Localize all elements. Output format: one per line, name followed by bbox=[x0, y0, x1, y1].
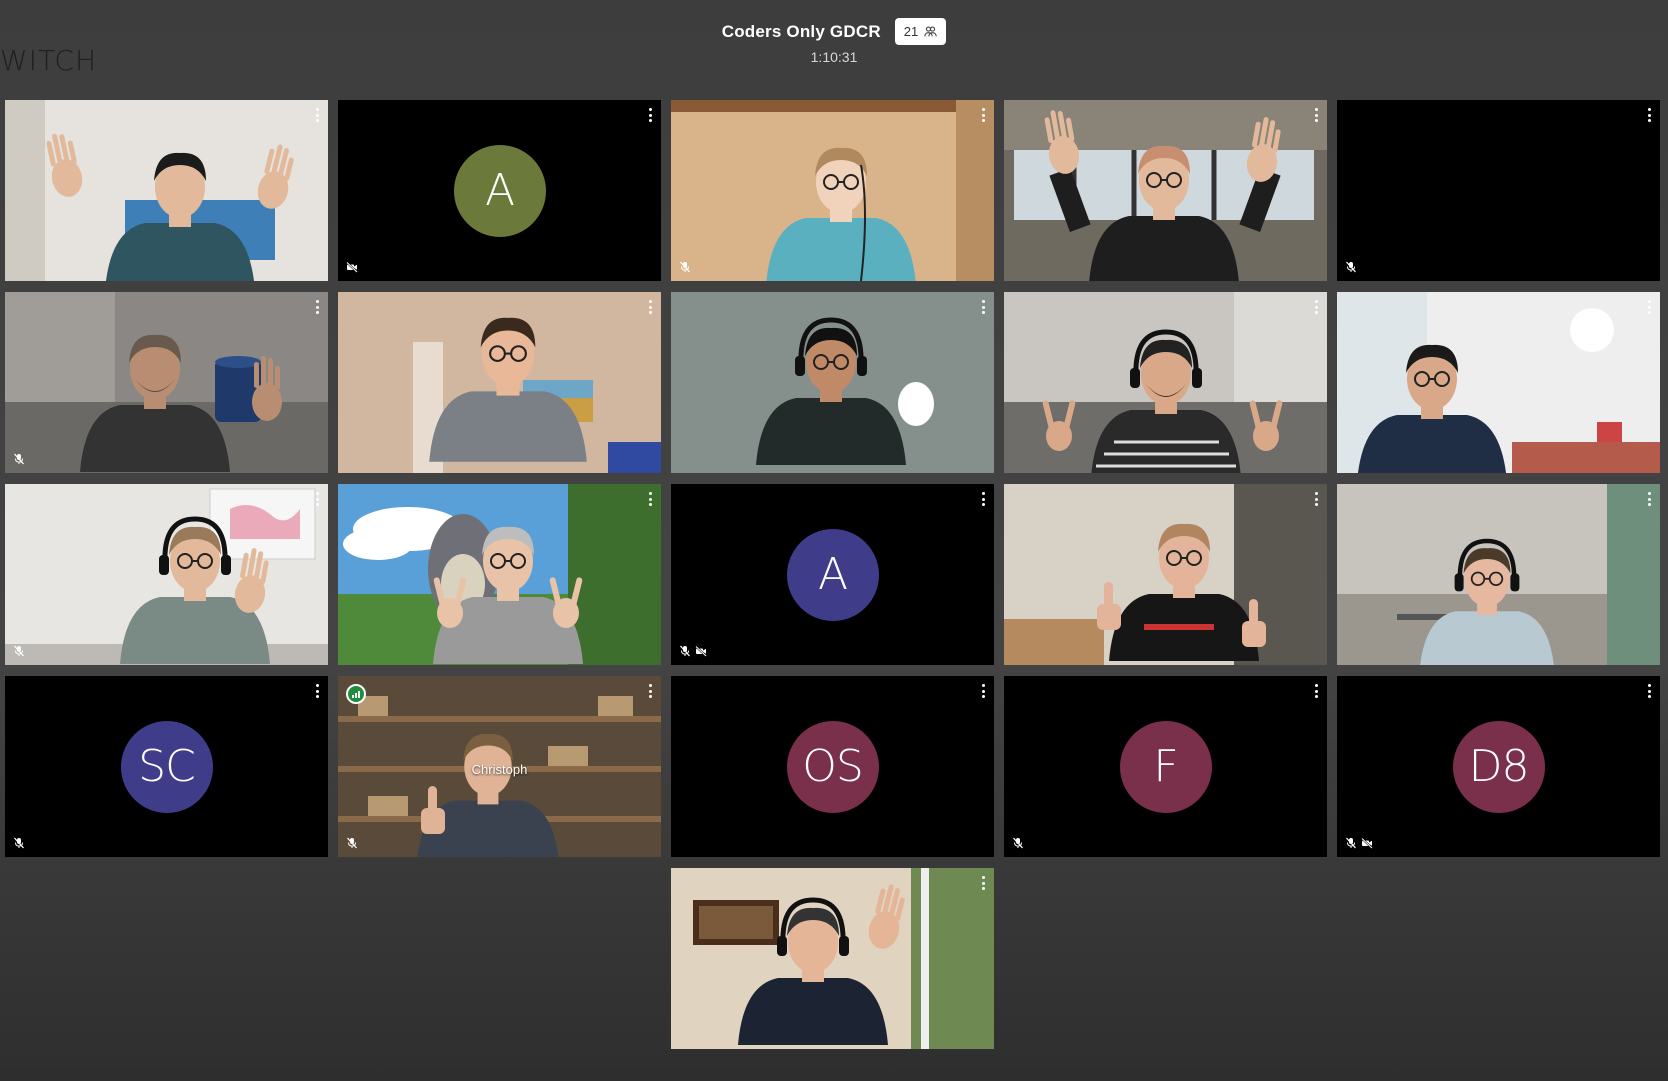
tile-status-icons bbox=[1012, 837, 1024, 849]
participants-icon bbox=[924, 26, 938, 37]
participant-avatar: A bbox=[786, 528, 879, 621]
mic-off-icon bbox=[1346, 261, 1356, 273]
participant-video bbox=[5, 484, 328, 665]
camera-off-icon bbox=[346, 261, 358, 273]
tile-status-icons bbox=[1345, 837, 1373, 849]
participant-avatar: A bbox=[453, 144, 546, 237]
tile-menu-icon[interactable] bbox=[647, 300, 653, 314]
participant-tile[interactable] bbox=[671, 868, 994, 1049]
tile-menu-icon[interactable] bbox=[980, 300, 986, 314]
mic-off-icon bbox=[347, 837, 357, 849]
participant-tile[interactable] bbox=[1004, 484, 1327, 665]
tile-menu-icon[interactable] bbox=[647, 684, 653, 698]
mic-off-icon bbox=[1013, 837, 1023, 849]
speaking-indicator-icon bbox=[346, 684, 366, 704]
meeting-duration: 1:10:31 bbox=[810, 49, 858, 65]
tile-menu-icon[interactable] bbox=[1646, 300, 1652, 314]
participant-avatar: SC bbox=[120, 720, 213, 813]
participant-video bbox=[1337, 292, 1660, 473]
tile-menu-icon[interactable] bbox=[980, 684, 986, 698]
participant-tile[interactable] bbox=[1004, 100, 1327, 281]
participant-video bbox=[1004, 484, 1327, 665]
participant-tile[interactable]: OS bbox=[671, 676, 994, 857]
participant-video bbox=[671, 100, 994, 281]
tile-status-icons bbox=[13, 453, 25, 465]
mic-off-icon bbox=[680, 645, 690, 657]
tile-menu-icon[interactable] bbox=[314, 684, 320, 698]
participant-tile[interactable] bbox=[5, 100, 328, 281]
mic-off-icon bbox=[1346, 837, 1356, 849]
meeting-screen: WITCH Coders Only GDCR 21 1:10:31 A A SC Ch… bbox=[0, 0, 1668, 1081]
tile-menu-icon[interactable] bbox=[980, 108, 986, 122]
participant-avatar: D8 bbox=[1452, 720, 1545, 813]
tile-status-icons bbox=[1345, 261, 1357, 273]
participant-video bbox=[5, 100, 328, 281]
tile-menu-icon[interactable] bbox=[1313, 108, 1319, 122]
participant-count-button[interactable]: 21 bbox=[894, 18, 947, 45]
mic-off-icon bbox=[14, 837, 24, 849]
tile-menu-icon[interactable] bbox=[1313, 300, 1319, 314]
participant-tile[interactable]: A bbox=[338, 100, 661, 281]
participant-video bbox=[1004, 100, 1327, 281]
tile-menu-icon[interactable] bbox=[314, 492, 320, 506]
participant-tile[interactable] bbox=[5, 292, 328, 473]
tile-status-icons bbox=[13, 645, 25, 657]
tile-menu-icon[interactable] bbox=[647, 492, 653, 506]
tile-menu-icon[interactable] bbox=[314, 300, 320, 314]
participant-tile[interactable] bbox=[671, 292, 994, 473]
participant-tile[interactable] bbox=[1337, 292, 1660, 473]
tile-menu-icon[interactable] bbox=[1646, 108, 1652, 122]
participant-video bbox=[1004, 292, 1327, 473]
participant-tile[interactable] bbox=[338, 292, 661, 473]
participant-tile[interactable] bbox=[1004, 292, 1327, 473]
tile-status-icons bbox=[346, 261, 358, 273]
mic-off-icon bbox=[14, 645, 24, 657]
tile-status-icons bbox=[13, 837, 25, 849]
participant-tile[interactable]: F bbox=[1004, 676, 1327, 857]
participant-tile[interactable]: D8 bbox=[1337, 676, 1660, 857]
participant-tile[interactable]: A bbox=[671, 484, 994, 665]
participant-tile[interactable] bbox=[1337, 100, 1660, 281]
tile-menu-icon[interactable] bbox=[980, 876, 986, 890]
participant-name: Christoph bbox=[471, 762, 528, 777]
tile-status-icons bbox=[679, 645, 707, 657]
camera-off-icon bbox=[695, 645, 707, 657]
mic-off-icon bbox=[680, 261, 690, 273]
participant-avatar: F bbox=[1119, 720, 1212, 813]
camera-off-icon bbox=[1361, 837, 1373, 849]
participant-tile[interactable]: Christoph bbox=[338, 676, 661, 857]
participant-count: 21 bbox=[903, 24, 919, 39]
tile-menu-icon[interactable] bbox=[1646, 492, 1652, 506]
meeting-header: Coders Only GDCR 21 1:10:31 bbox=[0, 18, 1668, 65]
tile-menu-icon[interactable] bbox=[980, 492, 986, 506]
meeting-title: Coders Only GDCR bbox=[721, 21, 881, 41]
participant-video bbox=[671, 868, 994, 1049]
participant-tile[interactable] bbox=[338, 484, 661, 665]
participant-video bbox=[671, 292, 994, 473]
mic-off-icon bbox=[14, 453, 24, 465]
participant-tile[interactable]: SC bbox=[5, 676, 328, 857]
tile-menu-icon[interactable] bbox=[314, 108, 320, 122]
tile-status-icons bbox=[679, 261, 691, 273]
participant-video bbox=[5, 292, 328, 473]
tile-status-icons bbox=[346, 837, 358, 849]
participant-tile[interactable] bbox=[671, 100, 994, 281]
tile-menu-icon[interactable] bbox=[1313, 684, 1319, 698]
participant-video bbox=[1337, 484, 1660, 665]
tile-menu-icon[interactable] bbox=[1313, 492, 1319, 506]
tile-menu-icon[interactable] bbox=[647, 108, 653, 122]
participant-avatar: OS bbox=[786, 720, 879, 813]
tile-menu-icon[interactable] bbox=[1646, 684, 1652, 698]
participant-video bbox=[338, 292, 661, 473]
participant-tile[interactable] bbox=[5, 484, 328, 665]
participant-tile[interactable] bbox=[1337, 484, 1660, 665]
participant-video bbox=[338, 484, 661, 665]
